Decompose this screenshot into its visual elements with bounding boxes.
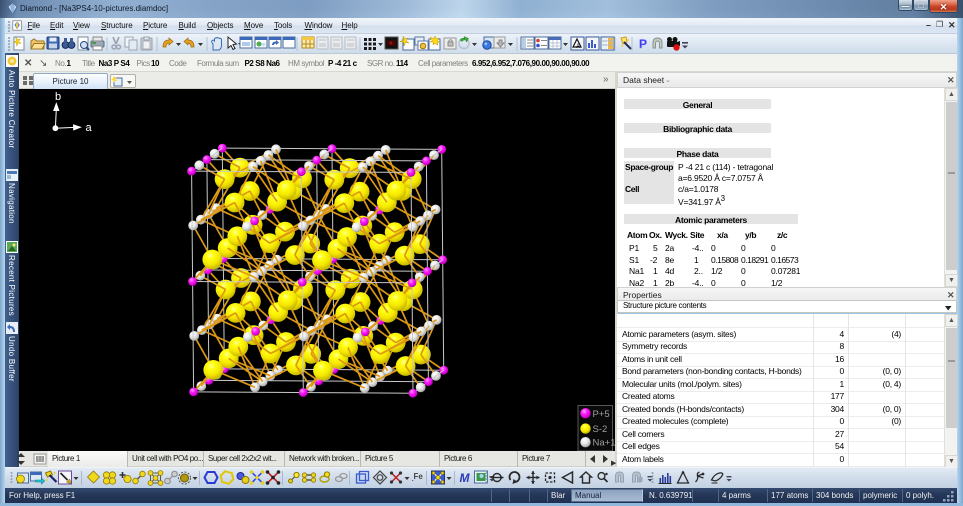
svg-text:P: P xyxy=(639,37,647,51)
svg-text:A: A xyxy=(576,44,580,50)
svg-text:P+5: P+5 xyxy=(593,409,610,420)
svg-text:Na+1: Na+1 xyxy=(593,438,616,449)
svg-text:b: b xyxy=(55,91,61,103)
svg-text:a: a xyxy=(86,122,93,134)
svg-text:Fe: Fe xyxy=(414,472,424,481)
svg-text:M: M xyxy=(460,471,471,485)
svg-text:S-2: S-2 xyxy=(593,424,608,435)
